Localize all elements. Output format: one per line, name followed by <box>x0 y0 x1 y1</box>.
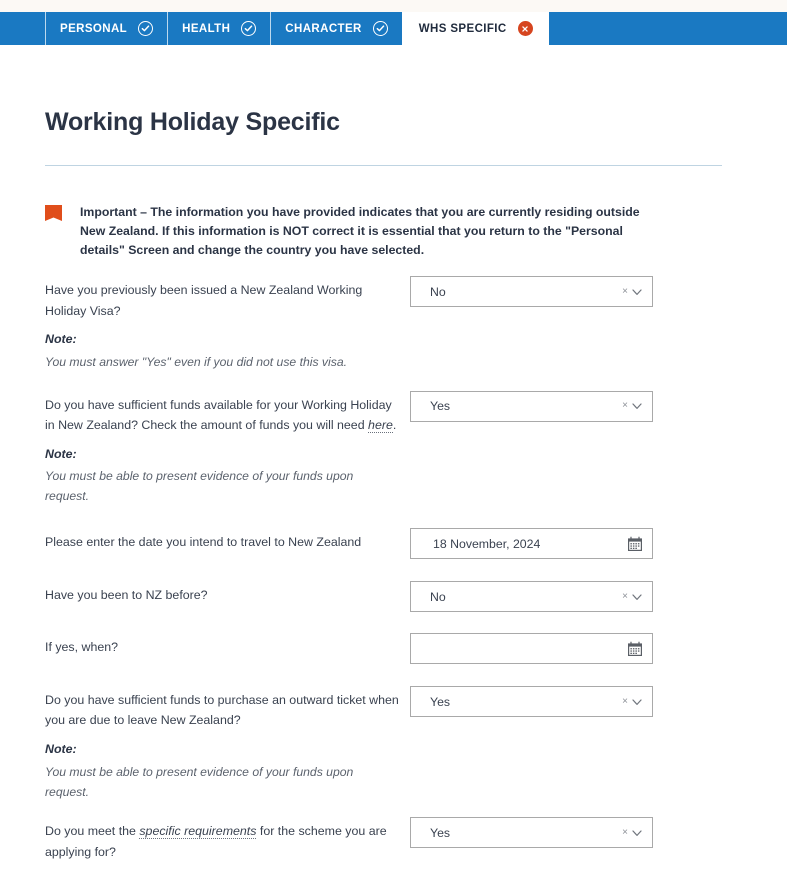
note-outward-ticket: Note: You must be able to present eviden… <box>45 740 400 802</box>
tab-character[interactable]: CHARACTER <box>270 12 402 45</box>
link-specific-requirements[interactable]: specific requirements <box>139 824 257 840</box>
date-input-travel-date-value: 18 November, 2024 <box>433 536 541 551</box>
page-title: Working Holiday Specific <box>45 108 340 136</box>
form-row-label-area: Do you have sufficient funds to purchase… <box>45 686 410 802</box>
note-previous-whv: Note: You must answer "Yes" even if you … <box>45 330 400 373</box>
whs-specific-form: Have you previously been issued a New Ze… <box>45 276 742 862</box>
form-row-label-area: Do you have sufficient funds available f… <box>45 391 410 507</box>
check-circle-icon <box>372 21 388 36</box>
chevron-down-icon[interactable] <box>631 696 643 708</box>
select-been-to-nz-value: No <box>430 589 446 604</box>
question-label-been-to-nz: Have you been to NZ before? <box>45 588 208 602</box>
important-notice-top-text: Important – The information you have pro… <box>80 205 640 258</box>
select-adornments: × <box>622 696 643 708</box>
form-row-field-area: Yes × <box>410 390 653 422</box>
select-specific-requirements-value: Yes <box>430 825 451 840</box>
question-label-specific-requirements: Do you meet the specific requirements fo… <box>45 817 400 862</box>
tab-bar: PERSONAL HEALTH CHARACTER WHS SPECIFIC <box>0 12 787 45</box>
note-body: You must be able to present evidence of … <box>45 764 354 799</box>
chevron-down-icon[interactable] <box>631 286 643 298</box>
select-been-to-nz[interactable]: No × <box>410 581 653 612</box>
link-funds-here[interactable]: here <box>368 418 393 434</box>
question-text-part2: . <box>392 418 397 433</box>
clear-icon[interactable]: × <box>622 827 628 838</box>
tab-personal-label: PERSONAL <box>60 22 128 35</box>
error-circle-icon <box>517 21 533 36</box>
select-sufficient-funds[interactable]: Yes × <box>410 390 653 422</box>
date-input-if-yes-when[interactable] <box>410 633 653 664</box>
question-text-part1: Do you meet the <box>45 824 140 839</box>
form-row-label-area: If yes, when? <box>45 633 410 657</box>
select-previous-whv[interactable]: No × <box>410 276 653 308</box>
select-previous-whv-value: No <box>430 284 446 299</box>
form-row-sufficient-funds: Do you have sufficient funds available f… <box>45 390 742 507</box>
chevron-down-icon[interactable] <box>631 400 643 412</box>
select-specific-requirements[interactable]: Yes × <box>410 817 653 849</box>
select-adornments: × <box>622 286 643 298</box>
note-body: You must answer "Yes" even if you did no… <box>45 354 347 369</box>
form-row-specific-requirements: Do you meet the specific requirements fo… <box>45 817 742 862</box>
form-row-outward-ticket: Do you have sufficient funds to purchase… <box>45 686 742 802</box>
tab-personal[interactable]: PERSONAL <box>45 12 168 45</box>
check-circle-icon <box>241 21 257 36</box>
question-label-outward-ticket: Do you have sufficient funds to purchase… <box>45 693 399 728</box>
form-row-label-area: Have you been to NZ before? <box>45 581 410 605</box>
note-sufficient-funds: Note: You must be able to present eviden… <box>45 445 400 507</box>
form-row-field-area: No × <box>410 276 653 308</box>
note-title: Note: <box>45 332 77 347</box>
question-text-part1: Do you have sufficient funds available f… <box>45 397 392 433</box>
form-row-been-to-nz: Have you been to NZ before? No × <box>45 581 742 612</box>
date-input-travel-date[interactable]: 18 November, 2024 <box>410 528 653 559</box>
title-divider <box>45 165 722 166</box>
clear-icon[interactable]: × <box>622 401 628 411</box>
form-row-field-area: 18 November, 2024 <box>410 528 653 559</box>
select-adornments: × <box>622 591 643 603</box>
question-label-if-yes-when: If yes, when? <box>45 640 119 654</box>
calendar-icon[interactable] <box>627 641 643 657</box>
chevron-down-icon[interactable] <box>631 827 643 839</box>
tab-health-label: HEALTH <box>182 22 231 35</box>
form-row-field-area: Yes × <box>410 817 653 849</box>
form-row-field-area: Yes × <box>410 686 653 717</box>
top-strip <box>0 0 787 12</box>
question-label-previous-whv: Have you previously been issued a New Ze… <box>45 283 363 318</box>
form-row-label-area: Please enter the date you intend to trav… <box>45 528 410 552</box>
tab-whs-specific[interactable]: WHS SPECIFIC <box>401 12 549 45</box>
clear-icon[interactable]: × <box>622 696 628 707</box>
question-label-travel-date: Please enter the date you intend to trav… <box>45 535 362 549</box>
note-body: You must be able to present evidence of … <box>45 469 354 504</box>
clear-icon[interactable]: × <box>622 591 628 602</box>
select-outward-ticket[interactable]: Yes × <box>410 686 653 717</box>
tab-bar-fill <box>548 12 787 45</box>
check-circle-icon <box>138 21 154 36</box>
tab-character-label: CHARACTER <box>285 22 362 35</box>
page-content: Working Holiday Specific Important – The… <box>0 108 787 869</box>
note-title: Note: <box>45 446 77 461</box>
question-label-sufficient-funds: Do you have sufficient funds available f… <box>45 391 400 436</box>
form-row-field-area: No × <box>410 581 653 612</box>
flag-icon <box>45 205 62 226</box>
form-row-label-area: Do you meet the specific requirements fo… <box>45 817 410 862</box>
select-sufficient-funds-value: Yes <box>430 399 451 414</box>
important-notice-top: Important – The information you have pro… <box>45 203 742 260</box>
tab-whs-specific-label: WHS SPECIFIC <box>418 22 507 35</box>
form-row-field-area <box>410 633 653 664</box>
tab-bar-left-spacer <box>0 12 45 45</box>
clear-icon[interactable]: × <box>622 286 628 297</box>
form-row-if-yes-when: If yes, when? <box>45 633 742 664</box>
calendar-icon[interactable] <box>627 536 643 552</box>
form-row-travel-date: Please enter the date you intend to trav… <box>45 528 742 559</box>
note-title: Note: <box>45 741 77 756</box>
tab-health[interactable]: HEALTH <box>167 12 271 45</box>
select-adornments: × <box>622 827 643 839</box>
select-outward-ticket-value: Yes <box>430 694 451 709</box>
form-row-label-area: Have you previously been issued a New Ze… <box>45 276 410 373</box>
chevron-down-icon[interactable] <box>631 591 643 603</box>
form-row-previous-whv: Have you previously been issued a New Ze… <box>45 276 742 373</box>
select-adornments: × <box>622 400 643 412</box>
